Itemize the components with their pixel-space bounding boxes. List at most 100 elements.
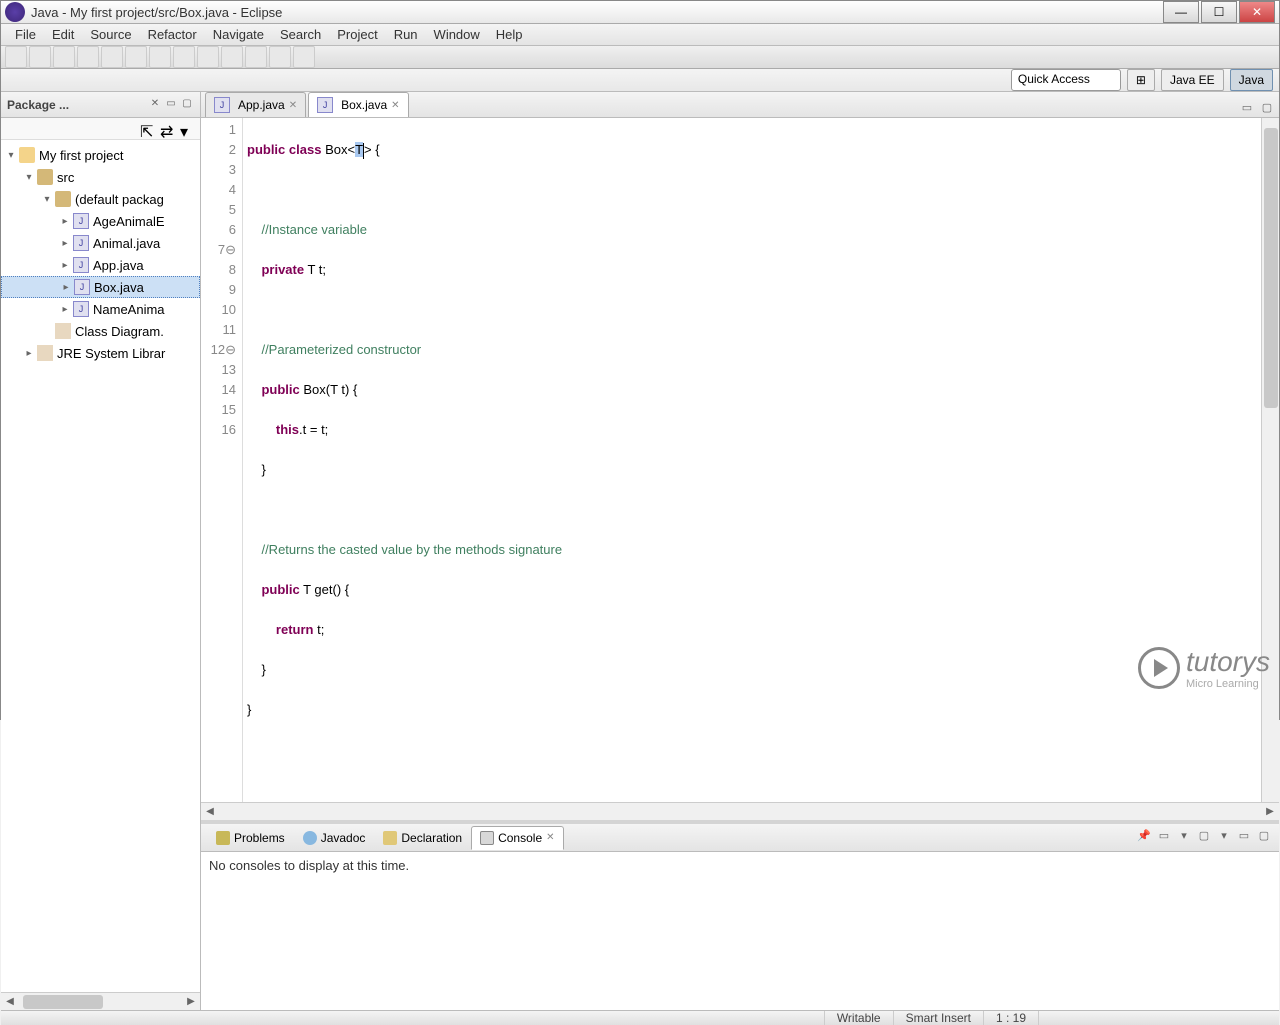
expander-icon[interactable]: ▸ — [59, 216, 71, 227]
problems-icon — [216, 831, 230, 845]
tree-project[interactable]: ▾ My first project — [1, 144, 200, 166]
expander-icon[interactable]: ▾ — [41, 194, 53, 205]
tab-declaration[interactable]: Declaration — [374, 826, 471, 850]
project-icon — [19, 147, 35, 163]
close-tab-icon[interactable]: ✕ — [546, 832, 554, 843]
tool-search[interactable] — [245, 46, 267, 68]
tool-forward[interactable] — [293, 46, 315, 68]
scroll-thumb[interactable] — [23, 995, 103, 1009]
open-perspective-button[interactable]: ⊞ — [1127, 69, 1155, 91]
maximize-icon[interactable]: ▢ — [1255, 829, 1273, 847]
link-editor-icon[interactable]: ⇄ — [160, 122, 174, 136]
tree-file[interactable]: ▸ J AgeAnimalE — [1, 210, 200, 232]
tree-file[interactable]: ▸ J App.java — [1, 254, 200, 276]
diagram-icon — [55, 323, 71, 339]
tree-file[interactable]: ▸ J Animal.java — [1, 232, 200, 254]
tool-run[interactable] — [125, 46, 147, 68]
close-button[interactable]: ✕ — [1239, 1, 1275, 23]
expander-icon[interactable]: ▸ — [60, 282, 72, 293]
menu-window[interactable]: Window — [426, 24, 488, 45]
tab-javadoc[interactable]: Javadoc — [294, 826, 375, 850]
minimize-icon[interactable]: ▭ — [1235, 829, 1253, 847]
console-menu-icon[interactable]: ▾ — [1215, 829, 1233, 847]
titlebar: Java - My first project/src/Box.java - E… — [1, 1, 1279, 24]
statusbar: Writable Smart Insert 1 : 19 — [1, 1010, 1279, 1025]
editor-minimize-icon[interactable]: ▭ — [1239, 101, 1255, 117]
tool-back[interactable] — [269, 46, 291, 68]
tree-class-diagram[interactable]: Class Diagram. — [1, 320, 200, 342]
menu-navigate[interactable]: Navigate — [205, 24, 272, 45]
expander-icon[interactable]: ▾ — [5, 150, 17, 161]
tab-problems[interactable]: Problems — [207, 826, 294, 850]
expander-icon[interactable]: ▸ — [59, 238, 71, 249]
console-dropdown-icon[interactable]: ▾ — [1175, 829, 1193, 847]
perspective-java-ee[interactable]: Java EE — [1161, 69, 1224, 91]
menu-file[interactable]: File — [7, 24, 44, 45]
tree-src[interactable]: ▾ src — [1, 166, 200, 188]
package-explorer: Package ... ✕ ▭ ▢ ⇱ ⇄ ▾ ▾ My first proje… — [1, 92, 201, 1010]
menu-search[interactable]: Search — [272, 24, 329, 45]
maximize-button[interactable]: ☐ — [1201, 1, 1237, 23]
perspective-java[interactable]: Java — [1230, 69, 1273, 91]
scroll-right-icon[interactable]: ▶ — [182, 996, 200, 1007]
tool-newclass[interactable] — [173, 46, 195, 68]
tool-debug[interactable] — [101, 46, 123, 68]
editor-tab-box[interactable]: J Box.java ✕ — [308, 92, 408, 117]
expander-icon[interactable]: ▸ — [59, 304, 71, 315]
toolbar — [1, 46, 1279, 69]
tool-runlast[interactable] — [149, 46, 171, 68]
expander-icon[interactable]: ▸ — [59, 260, 71, 271]
tool-newpkg[interactable] — [197, 46, 219, 68]
display-console-icon[interactable]: ▭ — [1155, 829, 1173, 847]
eclipse-icon — [5, 2, 25, 22]
menu-run[interactable]: Run — [386, 24, 426, 45]
minimize-view-icon[interactable]: ▭ — [164, 98, 178, 112]
close-tab-icon[interactable]: ✕ — [289, 100, 297, 111]
code-editor[interactable]: 1 2 3 4 5 6 7⊖ 8 9 10 11 12⊖ 13 14 15 16 — [201, 118, 1279, 802]
expander-icon[interactable]: ▸ — [23, 348, 35, 359]
code-content[interactable]: public class Box<T> { //Instance variabl… — [243, 118, 1261, 802]
menu-help[interactable]: Help — [488, 24, 531, 45]
tree-package[interactable]: ▾ (default packag — [1, 188, 200, 210]
menu-refactor[interactable]: Refactor — [140, 24, 205, 45]
tool-print[interactable] — [77, 46, 99, 68]
expander-icon[interactable]: ▾ — [23, 172, 35, 183]
status-message — [1, 1011, 825, 1025]
tree-hscrollbar[interactable]: ◀ ▶ — [1, 992, 200, 1010]
tool-new[interactable] — [5, 46, 27, 68]
tree-file-selected[interactable]: ▸ J Box.java — [1, 276, 200, 298]
editor-hscrollbar[interactable]: ◀ ▶ — [201, 802, 1279, 820]
menu-project[interactable]: Project — [329, 24, 385, 45]
package-icon — [55, 191, 71, 207]
collapse-all-icon[interactable]: ⇱ — [140, 122, 154, 136]
tool-save[interactable] — [29, 46, 51, 68]
scroll-left-icon[interactable]: ◀ — [201, 806, 219, 817]
close-tab-icon[interactable]: ✕ — [391, 100, 399, 111]
tool-opentype[interactable] — [221, 46, 243, 68]
editor-tab-app[interactable]: J App.java ✕ — [205, 92, 306, 117]
tool-saveall[interactable] — [53, 46, 75, 68]
pin-console-icon[interactable]: 📌 — [1135, 829, 1153, 847]
src-folder-icon — [37, 169, 53, 185]
scroll-left-icon[interactable]: ◀ — [1, 996, 19, 1007]
project-tree[interactable]: ▾ My first project ▾ src ▾ (default pack… — [1, 140, 200, 992]
menu-source[interactable]: Source — [82, 24, 139, 45]
java-file-icon: J — [214, 97, 230, 113]
editor-vscrollbar[interactable] — [1261, 118, 1279, 802]
java-file-icon: J — [73, 235, 89, 251]
scroll-right-icon[interactable]: ▶ — [1261, 806, 1279, 817]
close-view-icon[interactable]: ✕ — [148, 98, 162, 112]
view-menu-icon[interactable]: ▾ — [180, 122, 194, 136]
open-console-icon[interactable]: ▢ — [1195, 829, 1213, 847]
scroll-thumb[interactable] — [1264, 128, 1278, 408]
menu-edit[interactable]: Edit — [44, 24, 82, 45]
maximize-view-icon[interactable]: ▢ — [180, 98, 194, 112]
console-icon — [480, 831, 494, 845]
editor-maximize-icon[interactable]: ▢ — [1259, 101, 1275, 117]
tree-jre[interactable]: ▸ JRE System Librar — [1, 342, 200, 364]
tree-file[interactable]: ▸ J NameAnima — [1, 298, 200, 320]
quick-access-input[interactable]: Quick Access — [1011, 69, 1121, 91]
tab-console[interactable]: Console✕ — [471, 826, 563, 850]
package-explorer-title: Package ... — [7, 98, 146, 112]
minimize-button[interactable]: — — [1163, 1, 1199, 23]
